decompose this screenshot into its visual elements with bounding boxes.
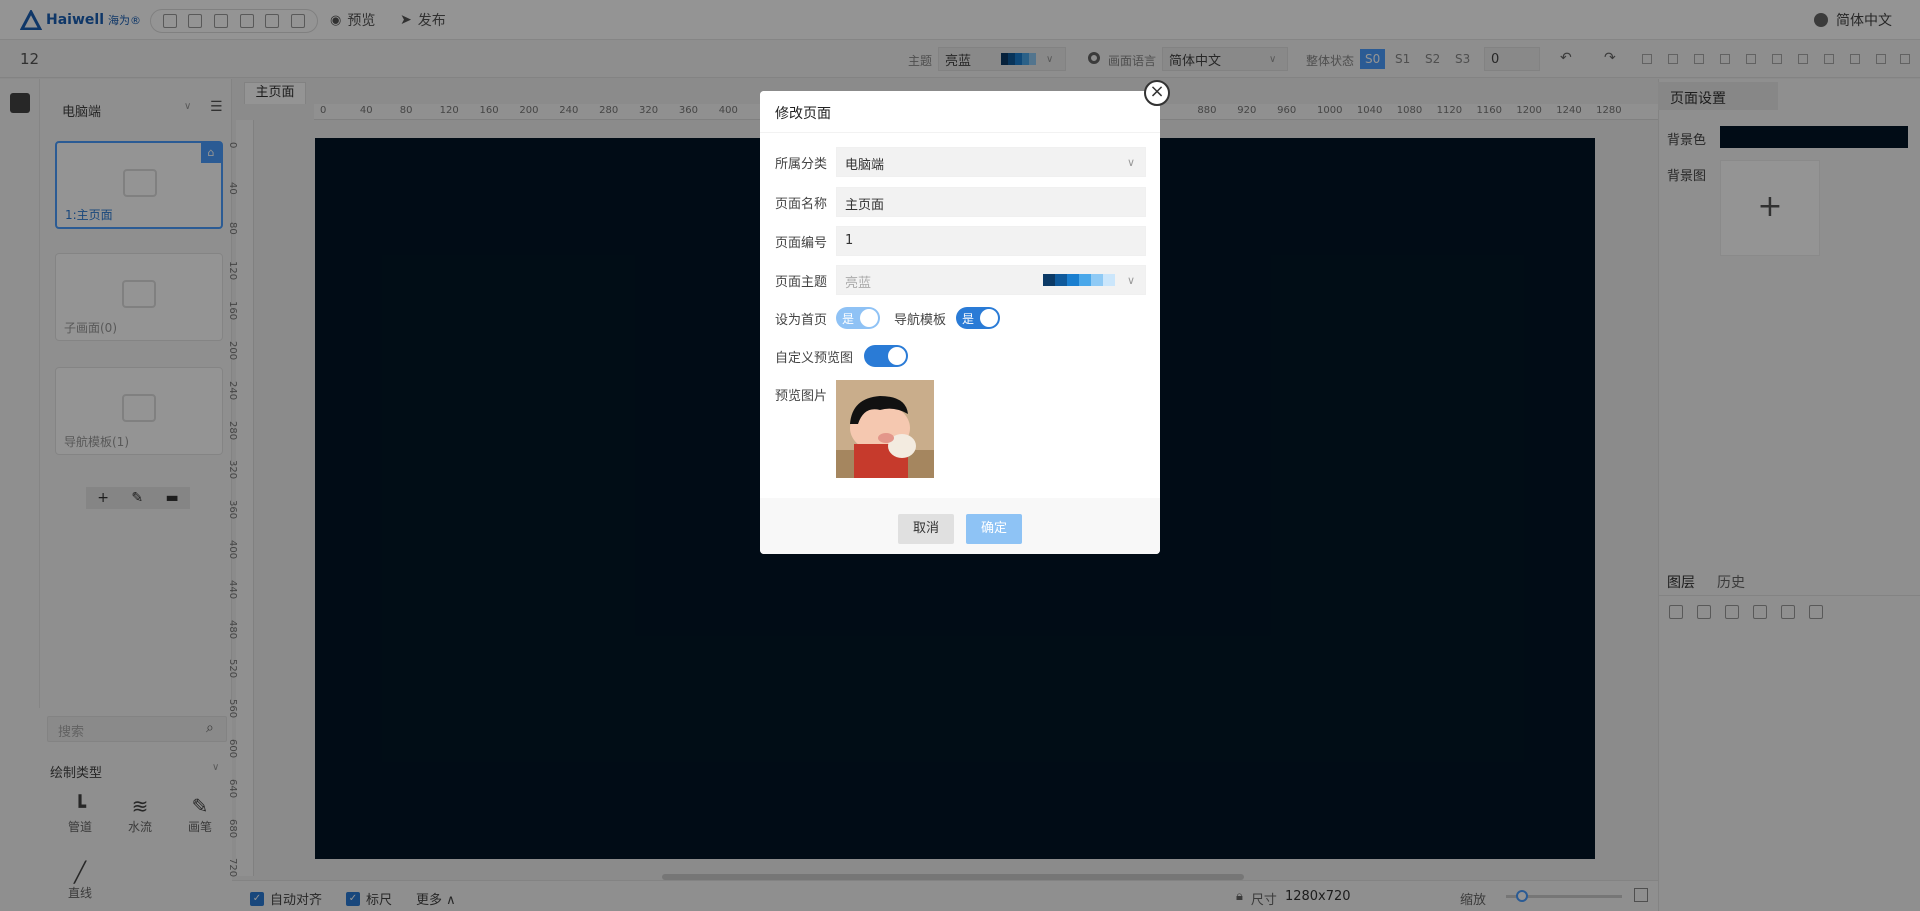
confirm-button[interactable]: 确定 bbox=[966, 514, 1022, 544]
page-theme-label: 页面主题 bbox=[775, 275, 828, 290]
set-home-toggle[interactable]: 是 bbox=[836, 307, 880, 329]
close-modal-icon[interactable]: × bbox=[1144, 80, 1170, 106]
category-value: 电脑端 bbox=[845, 158, 885, 173]
cancel-button[interactable]: 取消 bbox=[898, 514, 954, 544]
toggle-knob bbox=[980, 309, 998, 327]
set-home-label: 设为首页 bbox=[775, 313, 828, 328]
page-name-label: 页面名称 bbox=[775, 197, 828, 212]
chevron-down-icon: ∨ bbox=[1126, 274, 1135, 287]
preview-image[interactable] bbox=[836, 380, 934, 478]
edit-page-modal: 修改页面 所属分类 电脑端 ∨ 页面名称 主页面 页面编号 1 页面主题 亮蓝 … bbox=[760, 91, 1160, 554]
chevron-down-icon: ∨ bbox=[1126, 156, 1135, 169]
page-number-input[interactable]: 1 bbox=[836, 226, 1146, 256]
toggle-text: 是 bbox=[842, 312, 855, 326]
toggle-knob bbox=[860, 309, 878, 327]
modal-footer bbox=[760, 498, 1160, 554]
page-number-label: 页面编号 bbox=[775, 236, 828, 251]
nav-template-toggle[interactable]: 是 bbox=[956, 307, 1000, 329]
modal-title: 修改页面 bbox=[760, 91, 1160, 133]
toggle-text: 是 bbox=[962, 312, 975, 326]
cartoon-character-icon bbox=[836, 380, 934, 478]
page-name-input[interactable]: 主页面 bbox=[836, 187, 1146, 217]
category-label: 所属分类 bbox=[775, 157, 828, 172]
custom-preview-toggle[interactable] bbox=[864, 345, 908, 367]
custom-preview-label: 自定义预览图 bbox=[775, 351, 854, 366]
nav-template-label: 导航模板 bbox=[894, 313, 947, 328]
page-theme-select[interactable]: 亮蓝 ∨ bbox=[836, 265, 1146, 295]
preview-image-label: 预览图片 bbox=[775, 389, 828, 404]
page-theme-value: 亮蓝 bbox=[845, 276, 872, 291]
theme-swatch bbox=[1043, 274, 1115, 286]
toggle-knob bbox=[888, 347, 906, 365]
category-select[interactable]: 电脑端 ∨ bbox=[836, 147, 1146, 177]
